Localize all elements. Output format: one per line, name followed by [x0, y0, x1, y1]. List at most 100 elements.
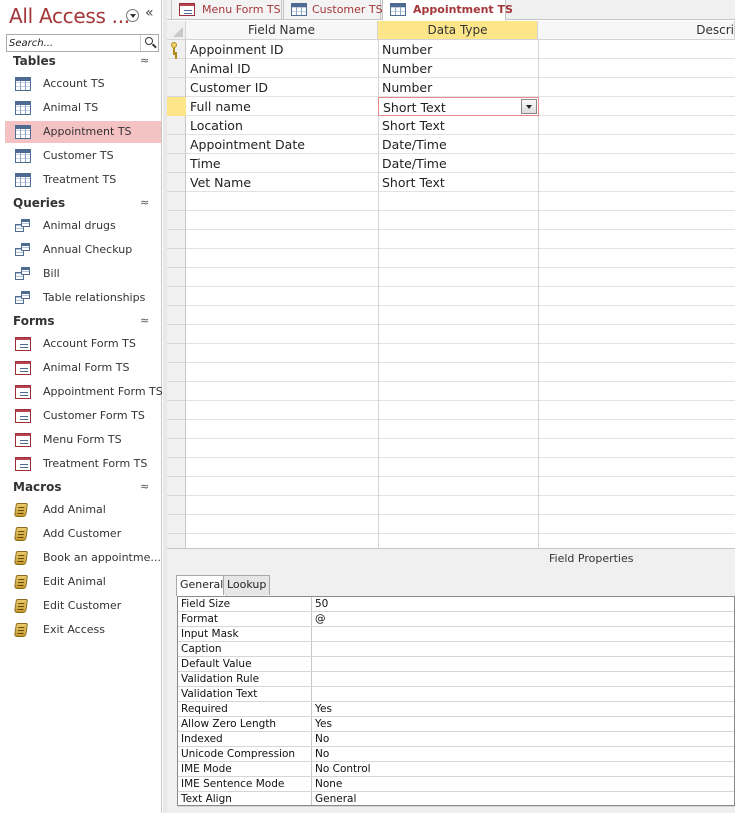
nav-group-header-tables[interactable]: Tables ≈ — [0, 52, 162, 72]
nav-item-customer-form-ts[interactable]: Customer Form TS — [5, 405, 161, 427]
data-type-dropdown-icon[interactable] — [521, 99, 537, 114]
column-header-data-type[interactable]: Data Type — [378, 21, 538, 40]
nav-item-animal-drugs[interactable]: Animal drugs — [5, 215, 161, 237]
search-input[interactable] — [7, 35, 139, 51]
nav-item-add-customer[interactable]: Add Customer — [5, 523, 161, 545]
property-value[interactable]: No Control — [315, 762, 371, 777]
data-type-cell[interactable]: Short Text — [378, 173, 539, 192]
select-all-corner[interactable] — [167, 21, 186, 40]
field-name-cell[interactable]: Appoinment ID — [186, 40, 378, 59]
property-value[interactable]: Yes — [315, 702, 332, 717]
nav-item-table-relationships[interactable]: Table relationships — [5, 287, 161, 309]
data-type-cell[interactable]: Number — [378, 40, 539, 59]
nav-item-annual-checkup[interactable]: Annual Checkup — [5, 239, 161, 261]
nav-item-treatment-ts[interactable]: Treatment TS — [5, 169, 161, 191]
field-name-cell[interactable]: Vet Name — [186, 173, 378, 192]
property-row[interactable]: Text Align General — [178, 792, 734, 807]
data-type-cell[interactable]: Short Text — [378, 116, 539, 135]
nav-item-customer-ts[interactable]: Customer TS — [5, 145, 161, 167]
property-row[interactable]: Validation Rule — [178, 672, 734, 687]
property-row[interactable]: Format @ — [178, 612, 734, 627]
property-row[interactable]: Default Value — [178, 657, 734, 672]
property-row[interactable]: Allow Zero Length Yes — [178, 717, 734, 732]
description-cell[interactable] — [538, 40, 735, 59]
property-value[interactable]: Yes — [315, 717, 332, 732]
property-value[interactable]: No — [315, 732, 329, 747]
nav-item-animal-form-ts[interactable]: Animal Form TS — [5, 357, 161, 379]
tab-menu-form-ts[interactable]: Menu Form TS — [171, 0, 282, 20]
nav-group-header-forms[interactable]: Forms ≈ — [0, 312, 162, 332]
nav-item-exit-access[interactable]: Exit Access — [5, 619, 161, 641]
field-name-cell[interactable]: Customer ID — [186, 78, 378, 97]
nav-item-appointment-ts[interactable]: Appointment TS — [5, 121, 161, 143]
nav-item-animal-ts[interactable]: Animal TS — [5, 97, 161, 119]
nav-item-account-ts[interactable]: Account TS — [5, 73, 161, 95]
collapse-pane-icon[interactable]: « — [145, 5, 154, 21]
property-value[interactable]: No — [315, 747, 329, 762]
search-button[interactable] — [140, 35, 158, 51]
column-header-field-name[interactable]: Field Name — [186, 21, 378, 40]
property-name: Validation Text — [181, 688, 258, 700]
row-selector[interactable] — [167, 78, 186, 97]
field-name-cell[interactable]: Time — [186, 154, 378, 173]
property-row[interactable]: IME Sentence Mode None — [178, 777, 734, 792]
data-type-cell[interactable]: Date/Time — [378, 135, 539, 154]
row-selector[interactable] — [167, 154, 186, 173]
row-selector[interactable] — [167, 97, 186, 116]
property-row[interactable]: Caption — [178, 642, 734, 657]
nav-item-edit-customer[interactable]: Edit Customer — [5, 595, 161, 617]
description-cell[interactable] — [538, 59, 735, 78]
nav-menu-dropdown-icon[interactable] — [126, 9, 139, 22]
data-type-cell[interactable]: Number — [378, 59, 539, 78]
property-value[interactable]: @ — [315, 612, 326, 627]
description-cell[interactable] — [538, 78, 735, 97]
tab-appointment-ts[interactable]: Appointment TS — [382, 0, 513, 21]
property-row[interactable]: Required Yes — [178, 702, 734, 717]
nav-item-edit-animal[interactable]: Edit Animal — [5, 571, 161, 593]
property-row[interactable]: Unicode Compression No — [178, 747, 734, 762]
property-row[interactable]: Field Size 50 — [178, 597, 734, 612]
data-type-cell[interactable]: Number — [378, 78, 539, 97]
nav-group-header-queries[interactable]: Queries ≈ — [0, 194, 162, 214]
row-selector[interactable] — [167, 40, 186, 59]
nav-item-appointment-form-ts[interactable]: Appointment Form TS — [5, 381, 163, 403]
property-row[interactable]: Indexed No — [178, 732, 734, 747]
property-row[interactable]: IME Mode No Control — [178, 762, 734, 777]
property-row[interactable]: Input Mask — [178, 627, 734, 642]
nav-item-treatment-form-ts[interactable]: Treatment Form TS — [5, 453, 161, 475]
field-name-cell[interactable]: Full name — [186, 97, 378, 116]
collapse-group-icon[interactable]: ≈ — [140, 196, 149, 209]
property-value[interactable]: None — [315, 777, 342, 792]
tab-customer-ts[interactable]: Customer TS — [283, 0, 383, 20]
data-type-cell[interactable]: Short Text — [378, 97, 539, 116]
nav-group-header-macros[interactable]: Macros ≈ — [0, 478, 162, 498]
nav-pane-title[interactable]: All Access ... — [9, 4, 130, 28]
row-selector[interactable] — [167, 173, 186, 192]
property-row[interactable]: Validation Text — [178, 687, 734, 702]
collapse-group-icon[interactable]: ≈ — [140, 54, 149, 67]
field-name-cell[interactable]: Appointment Date — [186, 135, 378, 154]
nav-item-add-animal[interactable]: Add Animal — [5, 499, 161, 521]
tab-general[interactable]: General — [176, 575, 228, 596]
row-selector[interactable] — [167, 116, 186, 135]
nav-item-bill[interactable]: Bill — [5, 263, 161, 285]
description-cell[interactable] — [538, 97, 735, 116]
collapse-group-icon[interactable]: ≈ — [140, 314, 149, 327]
nav-item-book-an-appointme[interactable]: Book an appointme... — [5, 547, 161, 569]
description-cell[interactable] — [538, 154, 735, 173]
nav-item-account-form-ts[interactable]: Account Form TS — [5, 333, 161, 355]
row-selector[interactable] — [167, 59, 186, 78]
collapse-group-icon[interactable]: ≈ — [140, 480, 149, 493]
field-name-cell[interactable]: Animal ID — [186, 59, 378, 78]
description-cell[interactable] — [538, 173, 735, 192]
data-type-cell[interactable]: Date/Time — [378, 154, 539, 173]
row-selector[interactable] — [167, 135, 186, 154]
description-cell[interactable] — [538, 116, 735, 135]
property-value[interactable]: 50 — [315, 597, 328, 612]
description-cell[interactable] — [538, 135, 735, 154]
property-value[interactable]: General — [315, 792, 356, 807]
nav-item-menu-form-ts[interactable]: Menu Form TS — [5, 429, 161, 451]
field-name-cell[interactable]: Location — [186, 116, 378, 135]
tab-lookup[interactable]: Lookup — [223, 575, 271, 595]
column-header-description[interactable]: Descri — [538, 21, 735, 40]
